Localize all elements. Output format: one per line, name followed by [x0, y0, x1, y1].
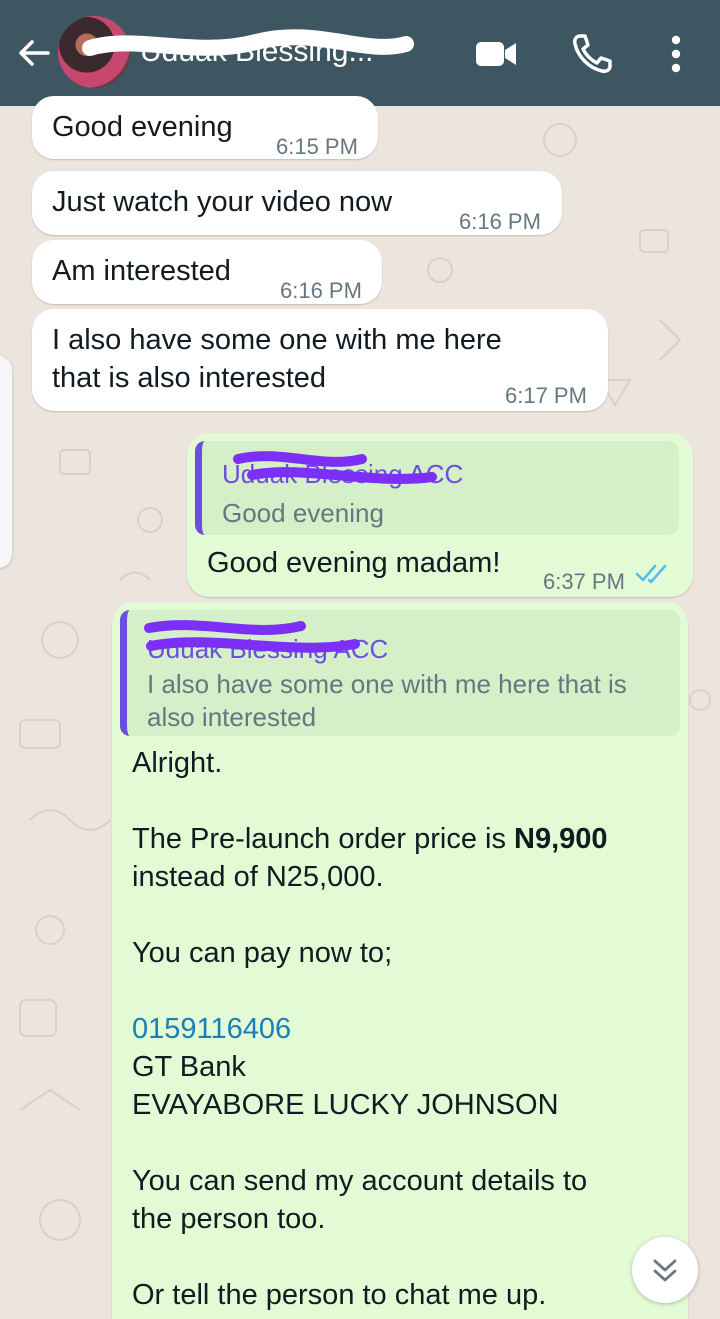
message-line: the person too. [132, 1203, 326, 1235]
voice-call-icon[interactable] [570, 32, 614, 76]
chat-header: Uduak Blessing... [0, 0, 720, 106]
redaction-scribble [233, 451, 437, 484]
quoted-text-line: also interested [147, 702, 317, 732]
incoming-message[interactable]: Just watch your video now 6:16 PM [32, 171, 562, 235]
message-line: You can send my account details to [132, 1165, 588, 1197]
message-time: 6:15 PM [276, 134, 358, 159]
incoming-message[interactable]: I also have some one with me here that i… [32, 309, 608, 411]
message-line: Alright. [132, 747, 223, 779]
read-receipt-icon [635, 564, 667, 584]
message-line: Or tell the person to chat me up. [132, 1279, 547, 1311]
bank-name: GT Bank [132, 1051, 246, 1083]
redaction-scribble [144, 620, 360, 653]
message-time: 6:17 PM [505, 383, 587, 408]
outgoing-message[interactable]: Uduak Blessing ACC Good evening Good eve… [187, 433, 693, 597]
double-chevron-down-icon [653, 1259, 677, 1282]
more-options-icon[interactable] [654, 32, 698, 76]
message-text-line: I also have some one with me here [52, 324, 502, 356]
back-arrow-icon[interactable] [14, 33, 54, 73]
message-text: Good evening [52, 111, 233, 143]
message-text-line: that is also interested [52, 362, 327, 394]
edge-panel-handle[interactable] [0, 356, 12, 568]
message-text: Just watch your video now [52, 186, 393, 218]
incoming-message[interactable]: Am interested 6:16 PM [32, 240, 382, 304]
message-line: The Pre-launch order price is N9,900 [132, 820, 608, 858]
price-label: The Pre-launch order price is [132, 823, 514, 855]
message-text: Good evening madam! [207, 547, 501, 579]
message-time: 6:16 PM [459, 209, 541, 234]
message-time: 6:16 PM [280, 278, 362, 303]
video-call-icon[interactable] [474, 32, 518, 76]
price-value: N9,900 [514, 823, 608, 855]
quoted-text: Good evening [222, 498, 384, 528]
quoted-message[interactable]: Uduak Blessing ACC I also have some one … [120, 610, 680, 736]
incoming-message[interactable]: Good evening 6:15 PM [32, 96, 378, 159]
account-number-link[interactable]: 0159116406 [132, 1010, 291, 1048]
quoted-message[interactable]: Uduak Blessing ACC Good evening [195, 441, 679, 535]
message-line: You can pay now to; [132, 937, 393, 969]
quoted-text-line: I also have some one with me here that i… [147, 669, 627, 699]
message-time: 6:37 PM [543, 569, 625, 594]
message-line: instead of N25,000. [132, 861, 384, 893]
account-name: EVAYABORE LUCKY JOHNSON [132, 1089, 559, 1121]
scroll-to-bottom-button[interactable] [632, 1237, 698, 1303]
redaction-scribble [82, 29, 414, 56]
message-text: Am interested [52, 255, 231, 287]
outgoing-message[interactable]: Uduak Blessing ACC I also have some one … [112, 602, 688, 1319]
